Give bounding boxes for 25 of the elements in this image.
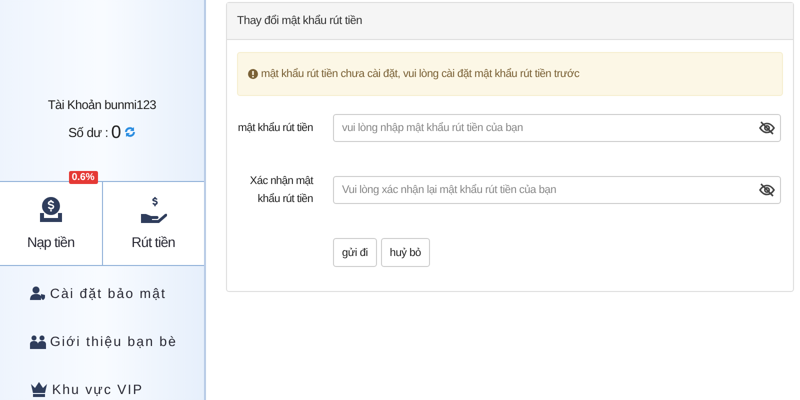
crown-icon (30, 381, 48, 397)
alert-message: mật khẩu rút tiền chưa cài đặt, vui lòng cài đặt mật khẩu rút tiền trước (261, 68, 580, 80)
password-field[interactable]: vui lòng nhập mật khẩu rút tiền của bạn (333, 114, 781, 142)
password-field[interactable]: Vui lòng xác nhận lại mật khẩu rút tiền của bạn (333, 176, 781, 204)
hand-coin-icon (139, 196, 168, 224)
refresh-icon[interactable] (124, 126, 136, 138)
balance-label: Số dư : (68, 124, 108, 140)
menu-item[interactable]: Khu vực VIP (30, 378, 204, 400)
account-name: Tài Khoản bunmi123 (48, 98, 156, 112)
balance-value: 0 (111, 122, 121, 143)
field-label: Xác nhận mật khẩu rút tiền (248, 174, 313, 207)
warning-icon (248, 69, 258, 79)
people-icon (30, 333, 46, 349)
menu-item[interactable]: Cài đặt bảo mật (30, 282, 204, 304)
field-label: mật khẩu rút tiền (237, 121, 313, 136)
eye-slash-icon[interactable] (759, 121, 775, 135)
submit-button[interactable]: gửi đi (333, 238, 377, 267)
menu-item[interactable]: Giới thiệu bạn bè (30, 330, 204, 352)
panel-header: Thay đổi mật khẩu rút tiền (227, 3, 793, 40)
rate-badge: 0.6% (68, 170, 98, 184)
cancel-button[interactable]: huỷ bỏ (380, 238, 430, 267)
user-shield-icon (30, 286, 46, 300)
withdraw-button[interactable]: Rút tiền (102, 182, 204, 265)
eye-slash-icon[interactable] (759, 183, 775, 197)
deposit-button[interactable]: Nạp tiền (0, 182, 102, 265)
